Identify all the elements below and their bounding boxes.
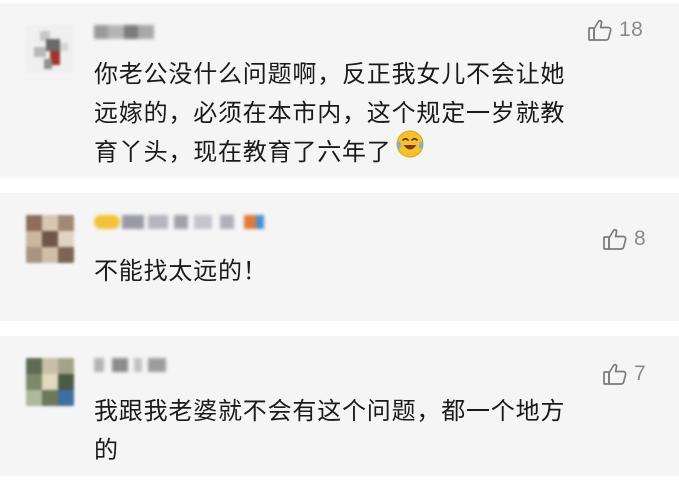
thumbs-up-icon bbox=[602, 226, 628, 252]
like-button[interactable]: 18 bbox=[587, 17, 643, 43]
crying-laughing-emoji bbox=[395, 129, 425, 171]
comment-card: 18 你老公没什么问题啊，反正我女儿不会让她 远嫁的，必须在本市内，这个规定一岁… bbox=[0, 3, 679, 178]
username-blurred[interactable] bbox=[94, 25, 154, 39]
comment-line: 你老公没什么问题啊，反正我女儿不会让她 bbox=[94, 60, 566, 88]
like-count: 18 bbox=[619, 18, 644, 41]
comment-line: 不能找太远的！ bbox=[94, 257, 268, 285]
comment-text: 我跟我老婆就不会有这个问题，都一个地方 的 bbox=[94, 392, 634, 470]
comment-card: 7 我跟我老婆就不会有这个问题，都一个地方 的 bbox=[0, 336, 679, 476]
comment-line: 我跟我老婆就不会有这个问题，都一个地方 bbox=[94, 397, 566, 425]
comment-line: 育丫头，现在教育了六年了 bbox=[94, 138, 392, 166]
avatar[interactable] bbox=[26, 25, 74, 73]
thumbs-up-icon bbox=[602, 361, 628, 387]
comment-list: 18 你老公没什么问题啊，反正我女儿不会让她 远嫁的，必须在本市内，这个规定一岁… bbox=[0, 0, 679, 482]
comment-text: 你老公没什么问题啊，反正我女儿不会让她 远嫁的，必须在本市内，这个规定一岁就教 … bbox=[94, 55, 566, 172]
comment-line: 的 bbox=[94, 436, 119, 464]
avatar[interactable] bbox=[26, 358, 74, 406]
like-count: 8 bbox=[634, 227, 647, 250]
comment-line: 远嫁的，必须在本市内，这个规定一岁就教 bbox=[94, 99, 566, 127]
username-blurred[interactable] bbox=[94, 358, 166, 372]
like-count: 7 bbox=[634, 362, 647, 385]
comment-card: 8 不能找太远的！ bbox=[0, 193, 679, 321]
username-blurred[interactable] bbox=[94, 215, 264, 229]
thumbs-up-icon bbox=[587, 17, 613, 43]
like-button[interactable]: 7 bbox=[602, 361, 646, 387]
comment-text: 不能找太远的！ bbox=[94, 252, 654, 291]
like-button[interactable]: 8 bbox=[602, 226, 646, 252]
comment-line-with-emoji: 育丫头，现在教育了六年了 bbox=[94, 130, 454, 172]
avatar[interactable] bbox=[26, 215, 74, 263]
